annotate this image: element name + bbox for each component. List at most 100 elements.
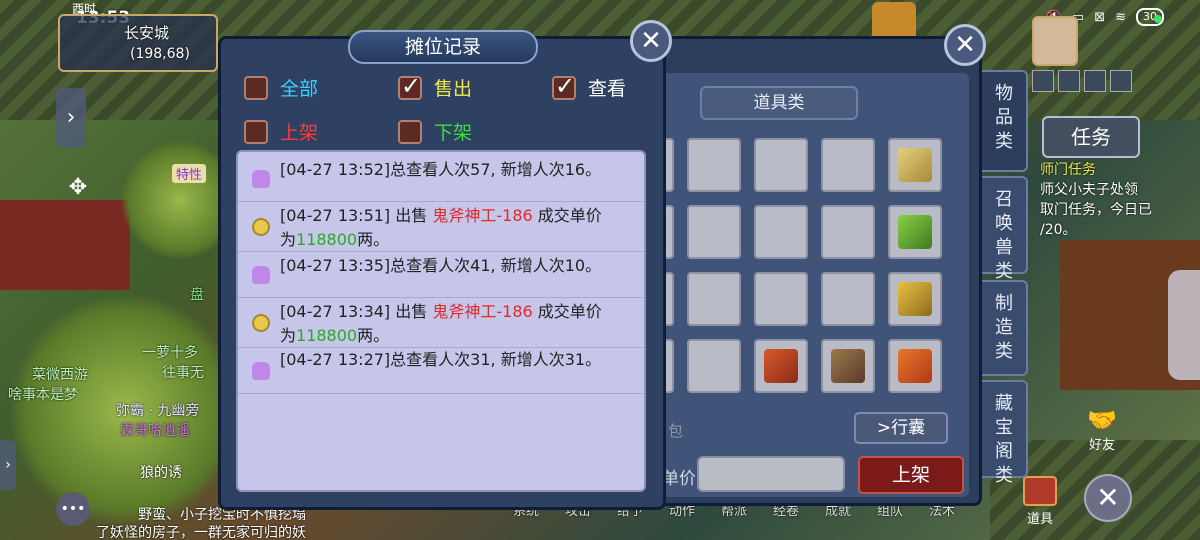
filter-view-label: 查看 — [588, 78, 627, 100]
log-item-name: 鬼斧神工-186 — [432, 206, 533, 225]
item-slot[interactable] — [821, 138, 875, 192]
buff-icons — [1032, 70, 1132, 92]
filter-listed-checkbox[interactable] — [244, 119, 268, 144]
filter-listed-label: 上架 — [280, 122, 319, 144]
filter-sold-label: 售出 — [434, 78, 473, 100]
buff-icon — [1058, 70, 1080, 92]
right-drawer-tab[interactable] — [1168, 270, 1200, 380]
log-line2-prefix: 为 — [280, 326, 297, 345]
item-slot[interactable] — [821, 205, 875, 259]
move-arrows-icon[interactable]: ✥ — [58, 168, 98, 208]
task-line: /20。 — [1040, 222, 1077, 238]
flag-item-slot[interactable] — [888, 205, 942, 259]
log-text: [04-27 13:34] 出售 鬼斧神工-186 成交单价 为118800两。 — [280, 300, 602, 348]
item-slot[interactable] — [687, 272, 741, 326]
filter-listed[interactable]: 上架 — [244, 118, 318, 145]
log-row: [04-27 13:35]总查看人次41, 新增人次10。 — [238, 252, 644, 298]
item-slot[interactable] — [687, 138, 741, 192]
special-badge[interactable]: 特性 — [172, 164, 207, 183]
buff-icon — [1032, 70, 1054, 92]
expand-chat-icon[interactable]: › — [0, 440, 16, 490]
filter-delisted-label: 下架 — [434, 122, 473, 144]
log-item-name: 鬼斧神工-186 — [432, 302, 533, 321]
price-input[interactable] — [697, 456, 845, 492]
red-building — [0, 200, 130, 290]
tab-items[interactable]: 物品类 — [982, 70, 1028, 172]
chat-line: 了妖怪的房子，一群无家可归的妖 — [96, 525, 306, 540]
filter-all[interactable]: 全部 — [244, 74, 318, 101]
chat-line: 一萝十多 — [142, 345, 198, 361]
flag-item-slot[interactable] — [888, 138, 942, 192]
task-button[interactable]: 任务 — [1042, 116, 1140, 158]
tab-treasure-label: 藏宝阁类 — [995, 393, 1013, 486]
tab-treasure[interactable]: 藏宝阁类 — [982, 380, 1028, 486]
task-line: 师门任务 — [1040, 162, 1096, 178]
log-suffix: 两。 — [357, 230, 390, 249]
log-prefix: [04-27 13:51] 出售 — [280, 206, 433, 225]
filter-view-checkbox[interactable] — [552, 72, 576, 100]
item-category-label[interactable]: 道具类 — [700, 86, 858, 120]
inventory-label: 道具 — [1026, 512, 1053, 527]
tab-items-label: 物品类 — [995, 83, 1013, 152]
chat-line: 往事无 — [162, 365, 204, 381]
log-price: 118800 — [296, 230, 358, 249]
inventory-button[interactable]: 道具 — [1018, 476, 1062, 534]
log-text: [04-27 13:35]总查看人次41, 新增人次10。 — [280, 256, 602, 275]
log-suffix: 两。 — [357, 326, 390, 345]
item-slot[interactable] — [754, 205, 808, 259]
bag-label: 包 — [668, 422, 684, 440]
item-slot[interactable] — [821, 272, 875, 326]
tab-crafting[interactable]: 制造类 — [982, 280, 1028, 376]
person-icon — [252, 170, 270, 188]
hud-close-icon[interactable]: ✕ — [1084, 474, 1132, 522]
log-prefix: [04-27 13:34] 出售 — [280, 302, 433, 321]
xingnang-button[interactable]: >行囊 — [854, 412, 948, 444]
expand-left-icon[interactable]: › — [56, 88, 86, 148]
stall-record-title: 摊位记录 — [348, 30, 538, 64]
task-tracker[interactable]: 师门任务 师父小夫子处领 取门任务，今日已 /20。 — [1040, 160, 1152, 240]
player-avatar[interactable] — [1032, 16, 1078, 66]
chat-line: 霖哥哈逍遥 — [120, 423, 190, 439]
wifi-icon: ≋ — [1115, 9, 1126, 25]
shelve-button[interactable]: 上架 — [858, 456, 964, 494]
log-mid: 成交单价 — [532, 302, 602, 321]
flag-item-slot[interactable] — [888, 272, 942, 326]
chat-line: 弥霸 · 九幽旁 — [116, 403, 200, 419]
stall-log-list[interactable]: [04-27 13:52]总查看人次57, 新增人次16。 [04-27 13:… — [236, 150, 646, 492]
sim-off-icon: ⊠ — [1094, 9, 1106, 25]
close-item-panel-icon[interactable]: ✕ — [944, 24, 986, 66]
filter-all-checkbox[interactable] — [244, 75, 268, 100]
person-icon — [252, 266, 270, 284]
chat-bubble-icon[interactable]: ••• — [56, 492, 90, 526]
filter-view[interactable]: 查看 — [552, 72, 627, 101]
item-slot[interactable] — [754, 272, 808, 326]
task-line: 取门任务，今日已 — [1040, 202, 1152, 218]
filter-sold-checkbox[interactable] — [398, 72, 422, 100]
filter-delisted[interactable]: 下架 — [398, 118, 472, 145]
handshake-icon: 🤝 — [1087, 406, 1117, 434]
task-line: 师父小夫子处领 — [1040, 182, 1138, 198]
log-row: [04-27 13:34] 出售 鬼斧神工-186 成交单价 为118800两。 — [238, 298, 644, 348]
city-name: 长安城 — [124, 24, 170, 42]
item-slot[interactable] — [687, 205, 741, 259]
close-stall-record-icon[interactable]: ✕ — [630, 20, 672, 62]
game-clock: 酉时 — [72, 2, 97, 16]
tab-pets-label: 召唤兽类 — [995, 189, 1013, 282]
player-coords: (198,68) — [130, 46, 190, 62]
friends-button[interactable]: 🤝 好友 — [1078, 406, 1126, 454]
log-text: [04-27 13:27]总查看人次31, 新增人次31。 — [280, 350, 602, 369]
log-row: [04-27 13:52]总查看人次57, 新增人次16。 — [238, 152, 644, 202]
flag-item-slot[interactable] — [888, 339, 942, 393]
buff-icon — [1084, 70, 1106, 92]
coin-icon — [252, 218, 270, 236]
chat-line: 菜微西游 — [32, 367, 88, 383]
item-slot[interactable] — [687, 339, 741, 393]
book-item-slot[interactable] — [821, 339, 875, 393]
filter-delisted-checkbox[interactable] — [398, 119, 422, 144]
friends-label: 好友 — [1088, 438, 1115, 453]
filter-sold[interactable]: 售出 — [398, 72, 473, 101]
log-row: [04-27 13:27]总查看人次31, 新增人次31。 — [238, 348, 644, 394]
item-slot[interactable] — [754, 138, 808, 192]
tab-pets[interactable]: 召唤兽类 — [982, 176, 1028, 282]
flag-item-slot[interactable] — [754, 339, 808, 393]
